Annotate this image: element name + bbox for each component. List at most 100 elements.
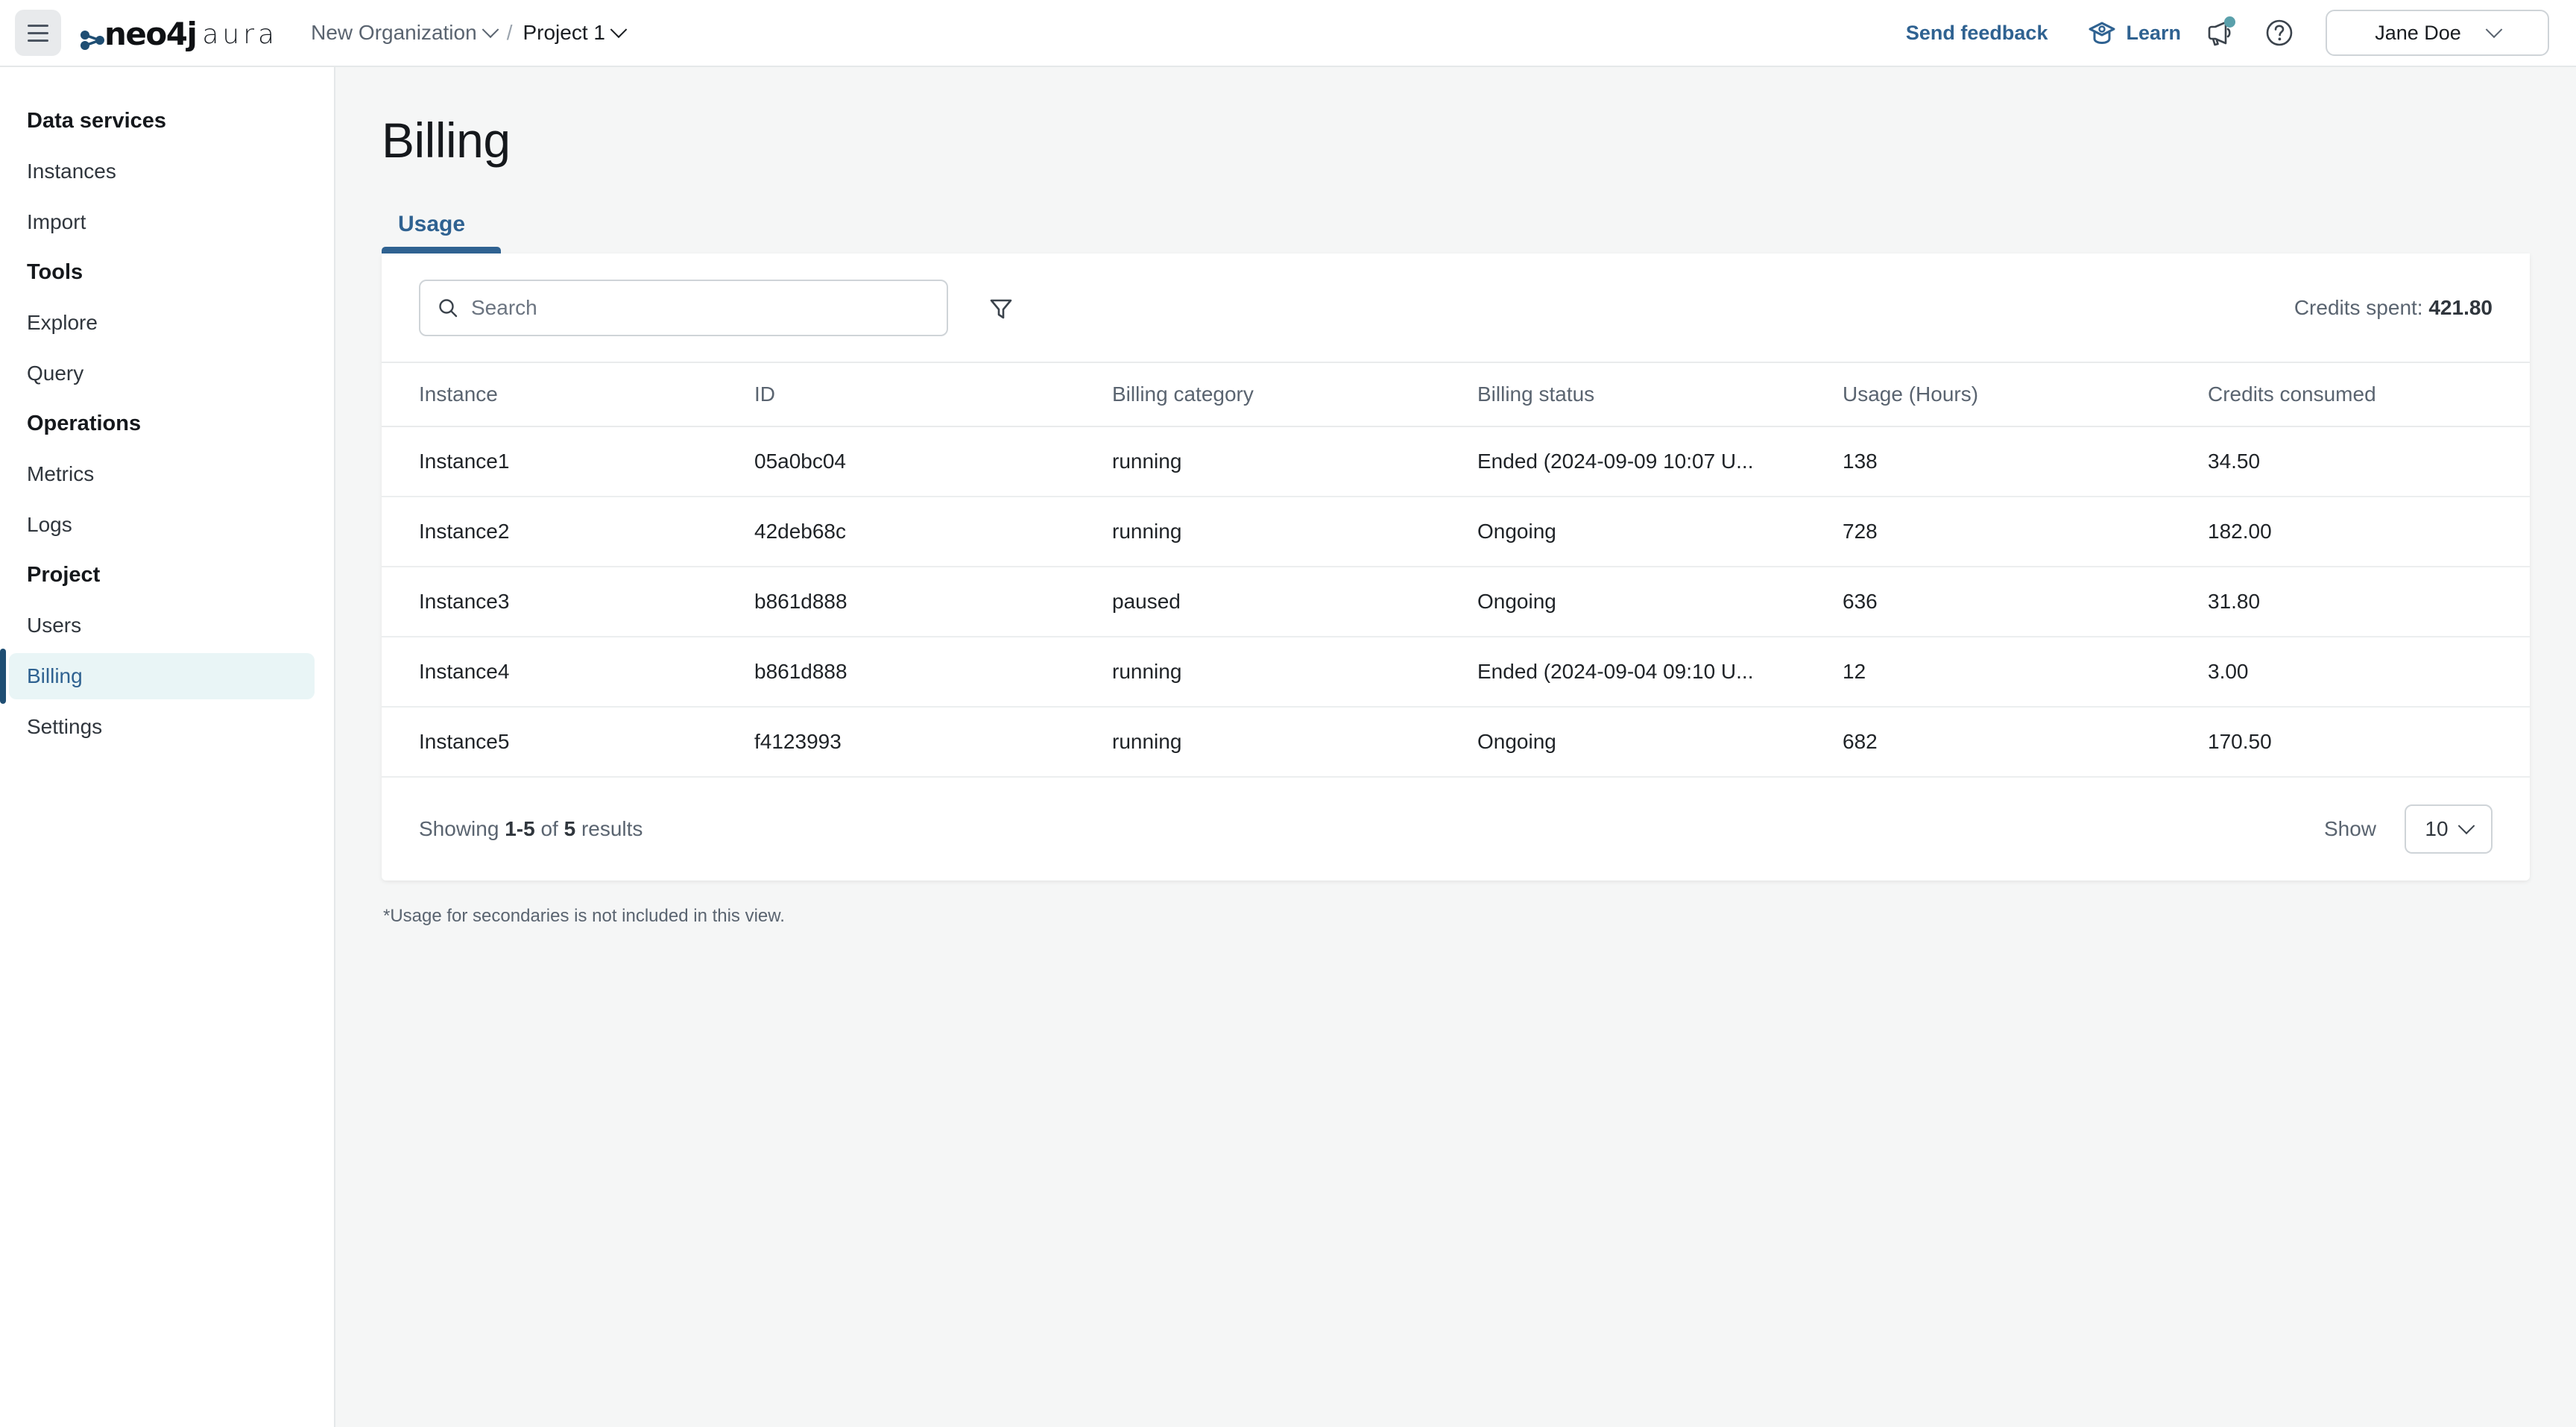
cell-id: 42deb68c [754,497,1112,567]
main-content: Billing Usage Credits spent: 42 [335,67,2576,1427]
search-box[interactable] [419,279,948,336]
sidebar-item-billing[interactable]: Billing [0,649,315,704]
sidebar-item-label: Query [27,362,84,385]
sidebar-item-label: Logs [27,513,72,536]
sidebar-group-title-tools: Tools [27,260,83,284]
usage-card: Credits spent: 421.80 Instance ID Billin… [382,253,2530,881]
sidebar-group-title-data-services: Data services [27,109,167,133]
breadcrumb: New Organization / Project 1 [311,21,628,45]
page-size-select[interactable]: 10 [2405,804,2493,854]
column-header-billing-category[interactable]: Billing category [1112,362,1477,427]
card-footer: Showing 1-5 of 5 results Show 10 [382,778,2530,881]
breadcrumb-project[interactable]: Project 1 [523,21,628,45]
filter-funnel-icon [990,299,1012,318]
table-row[interactable]: Instance1 05a0bc04 running Ended (2024-0… [382,426,2530,497]
table-row[interactable]: Instance5 f4123993 running Ongoing 682 1… [382,707,2530,778]
pagination-controls: Show 10 [2324,804,2493,854]
cell-credits: 31.80 [2208,567,2530,637]
sidebar-item-label: Settings [27,715,103,738]
sidebar-item-logs[interactable]: Logs [9,502,315,548]
breadcrumb-separator: / [506,21,513,44]
sidebar-item-label: Instances [27,160,116,183]
table-row[interactable]: Instance3 b861d888 paused Ongoing 636 31… [382,567,2530,637]
chevron-down-icon [610,21,628,39]
page-size-value: 10 [2425,817,2449,840]
table-row[interactable]: Instance4 b861d888 running Ended (2024-0… [382,637,2530,708]
credits-spent-value: 421.80 [2428,295,2493,319]
cell-credits: 34.50 [2208,426,2530,497]
cell-instance: Instance1 [382,426,754,497]
chevron-down-icon [2457,817,2475,835]
column-header-billing-status[interactable]: Billing status [1477,362,1843,427]
sidebar-item-query[interactable]: Query [9,350,315,397]
hamburger-icon-bar [28,39,48,42]
cell-id: b861d888 [754,637,1112,708]
sidebar-item-label: Import [27,210,86,233]
cell-id: 05a0bc04 [754,426,1112,497]
user-menu-button[interactable]: Jane Doe [2326,10,2549,56]
cell-credits: 182.00 [2208,497,2530,567]
cell-id: f4123993 [754,707,1112,778]
column-header-usage-hours[interactable]: Usage (Hours) [1843,362,2208,427]
results-summary-prefix: Showing [419,817,499,840]
sidebar-item-explore[interactable]: Explore [9,300,315,346]
sidebar-group-title-project: Project [27,563,101,587]
chevron-down-icon [2485,21,2503,39]
footnote: *Usage for secondaries is not included i… [383,906,785,926]
search-input[interactable] [471,295,930,320]
chevron-down-icon [482,21,499,39]
sidebar-item-instances[interactable]: Instances [9,148,315,195]
top-bar: neo4j aura New Organization / Project 1 … [0,0,2576,67]
page-title: Billing [382,113,511,168]
column-header-credits-consumed[interactable]: Credits consumed [2208,362,2530,427]
notification-dot [2224,16,2235,28]
table-row[interactable]: Instance2 42deb68c running Ongoing 728 1… [382,497,2530,567]
sidebar-item-label: Billing [27,664,83,687]
results-summary-suffix: results [581,817,643,840]
sidebar-item-label: Users [27,614,82,637]
filter-button[interactable] [979,286,1023,330]
table-header: Instance ID Billing category Billing sta… [382,362,2530,427]
table-header-row: Instance ID Billing category Billing sta… [382,362,2530,427]
cell-instance: Instance4 [382,637,754,708]
cell-instance: Instance3 [382,567,754,637]
sidebar-item-label: Explore [27,311,98,334]
menu-toggle-button[interactable] [15,10,61,56]
tab-active-indicator [382,247,501,253]
cell-instance: Instance2 [382,497,754,567]
results-summary-of: of [540,817,558,840]
column-header-instance[interactable]: Instance [382,362,754,427]
question-circle-icon [2266,19,2293,46]
cell-id: b861d888 [754,567,1112,637]
announcements-button[interactable] [2199,12,2241,54]
credits-spent: Credits spent: 421.80 [2294,296,2493,320]
cell-category: paused [1112,567,1477,637]
cell-usage: 12 [1843,637,2208,708]
sidebar-navigation: Data services Instances Import Tools Exp… [0,67,335,1427]
neo4j-aura-logo[interactable]: neo4j aura [79,16,278,50]
help-button[interactable] [2258,12,2300,54]
hamburger-icon [28,24,48,27]
breadcrumb-organization-label: New Organization [311,21,477,44]
tab-bar: Usage [382,212,2530,253]
sidebar-item-label: Metrics [27,462,95,485]
cell-status: Ongoing [1477,497,1843,567]
cell-category: running [1112,497,1477,567]
cell-usage: 138 [1843,426,2208,497]
sidebar-item-metrics[interactable]: Metrics [9,451,315,497]
cell-status: Ended (2024-09-04 09:10 U... [1477,637,1843,708]
tab-usage-label: Usage [398,212,466,236]
learn-link[interactable]: Learn [2088,20,2181,45]
user-name-label: Jane Doe [2375,21,2461,44]
sidebar-item-users[interactable]: Users [9,602,315,649]
send-feedback-link[interactable]: Send feedback [1906,22,2048,45]
credits-spent-label: Credits spent: [2294,295,2423,319]
sidebar-group-title-operations: Operations [27,412,142,435]
cell-status: Ended (2024-09-09 10:07 U... [1477,426,1843,497]
column-header-id[interactable]: ID [754,362,1112,427]
usage-table: Instance ID Billing category Billing sta… [382,362,2530,778]
breadcrumb-organization[interactable]: New Organization [311,21,499,45]
cell-credits: 170.50 [2208,707,2530,778]
sidebar-item-import[interactable]: Import [9,199,315,245]
sidebar-item-settings[interactable]: Settings [9,704,315,750]
